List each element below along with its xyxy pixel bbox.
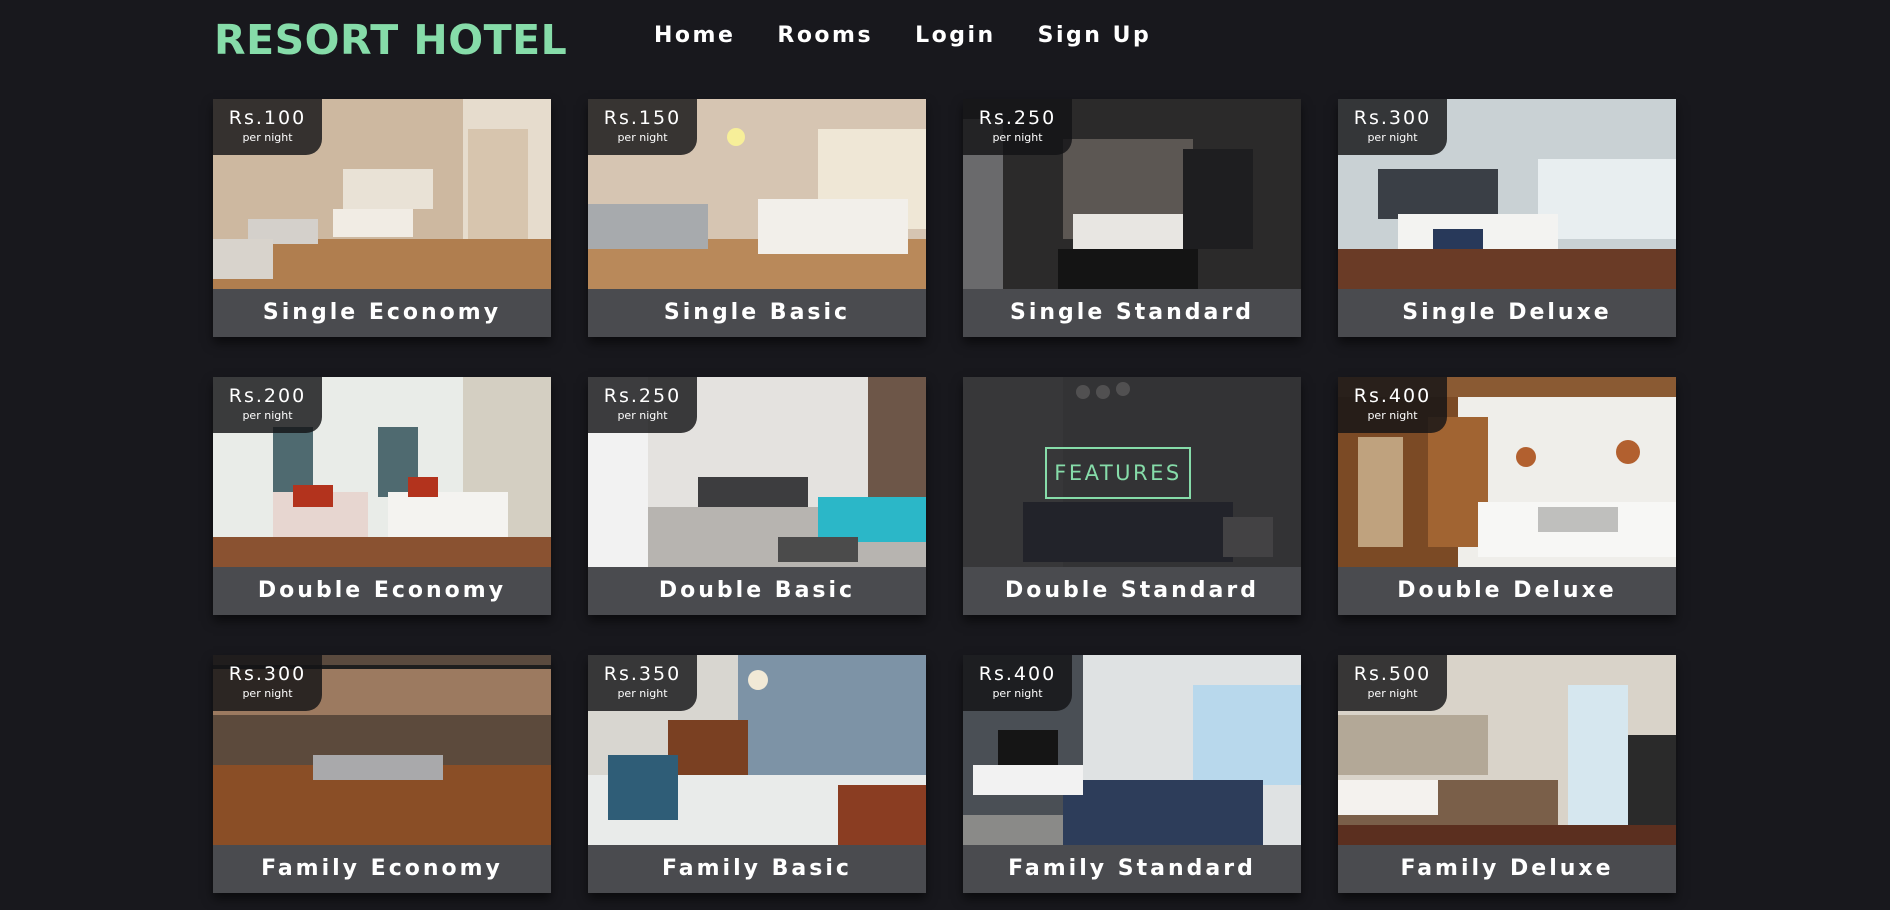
price-badge: Rs.150 per night xyxy=(588,99,697,155)
rooms-grid: Rs.100 per night Single Economy Rs.150 p… xyxy=(213,99,1676,893)
price-period: per night xyxy=(1367,409,1418,422)
room-price: Rs.350 xyxy=(603,663,682,685)
room-card[interactable]: Rs.100 per night Single Economy xyxy=(213,99,551,337)
room-name[interactable]: Single Economy xyxy=(213,289,551,337)
room-price: Rs.250 xyxy=(978,107,1057,129)
room-card[interactable]: Rs.250 per night Double Basic xyxy=(588,377,926,615)
price-badge: Rs.400 per night xyxy=(963,655,1072,711)
room-photo[interactable]: Rs.400 per night xyxy=(1338,377,1676,567)
room-price: Rs.300 xyxy=(1353,107,1432,129)
room-name[interactable]: Family Basic xyxy=(588,845,926,893)
room-price: Rs.200 xyxy=(228,385,307,407)
room-name[interactable]: Family Standard xyxy=(963,845,1301,893)
room-name[interactable]: Family Economy xyxy=(213,845,551,893)
room-card[interactable]: Rs.250 per night Single Standard xyxy=(963,99,1301,337)
room-price: Rs.500 xyxy=(1353,663,1432,685)
room-name[interactable]: Double Deluxe xyxy=(1338,567,1676,615)
room-card[interactable]: Rs.150 per night Single Basic xyxy=(588,99,926,337)
room-card[interactable]: Rs.300 per night Family Economy xyxy=(213,655,551,893)
room-photo[interactable]: Rs.250 per night xyxy=(588,377,926,567)
price-badge: Rs.200 per night xyxy=(213,377,322,433)
room-name[interactable]: Single Standard xyxy=(963,289,1301,337)
room-name[interactable]: Single Basic xyxy=(588,289,926,337)
room-card[interactable]: FEATURES Double Standard xyxy=(963,377,1301,615)
features-button[interactable]: FEATURES xyxy=(1045,447,1191,499)
price-period: per night xyxy=(617,131,668,144)
room-photo[interactable]: Rs.200 per night xyxy=(213,377,551,567)
price-badge: Rs.250 per night xyxy=(588,377,697,433)
site-logo[interactable]: RESORT HOTEL xyxy=(214,16,567,64)
room-card[interactable]: Rs.400 per night Family Standard xyxy=(963,655,1301,893)
price-period: per night xyxy=(1367,687,1418,700)
room-photo[interactable]: Rs.100 per night xyxy=(213,99,551,289)
price-period: per night xyxy=(1367,131,1418,144)
price-badge: Rs.500 per night xyxy=(1338,655,1447,711)
price-badge: Rs.400 per night xyxy=(1338,377,1447,433)
room-name[interactable]: Single Deluxe xyxy=(1338,289,1676,337)
room-card[interactable]: Rs.500 per night Family Deluxe xyxy=(1338,655,1676,893)
room-price: Rs.400 xyxy=(978,663,1057,685)
price-period: per night xyxy=(617,687,668,700)
room-photo[interactable]: Rs.350 per night xyxy=(588,655,926,845)
price-period: per night xyxy=(242,687,293,700)
main-nav: Home Rooms Login Sign Up xyxy=(654,20,1151,52)
price-badge: Rs.300 per night xyxy=(213,655,322,711)
room-photo[interactable]: Rs.300 per night xyxy=(1338,99,1676,289)
room-price: Rs.300 xyxy=(228,663,307,685)
room-card[interactable]: Rs.350 per night Family Basic xyxy=(588,655,926,893)
nav-home[interactable]: Home xyxy=(654,20,735,52)
room-photo[interactable]: Rs.500 per night xyxy=(1338,655,1676,845)
price-period: per night xyxy=(992,687,1043,700)
room-price: Rs.250 xyxy=(603,385,682,407)
room-card[interactable]: Rs.300 per night Single Deluxe xyxy=(1338,99,1676,337)
room-card[interactable]: Rs.200 per night Double Economy xyxy=(213,377,551,615)
room-photo[interactable]: Rs.400 per night xyxy=(963,655,1301,845)
price-period: per night xyxy=(992,131,1043,144)
room-name[interactable]: Family Deluxe xyxy=(1338,845,1676,893)
room-name[interactable]: Double Standard xyxy=(963,567,1301,615)
nav-login[interactable]: Login xyxy=(915,20,996,52)
price-period: per night xyxy=(242,409,293,422)
price-badge: Rs.250 per night xyxy=(963,99,1072,155)
price-badge: Rs.350 per night xyxy=(588,655,697,711)
room-photo[interactable]: Rs.300 per night xyxy=(213,655,551,845)
room-photo[interactable]: Rs.150 per night xyxy=(588,99,926,289)
room-price: Rs.150 xyxy=(603,107,682,129)
price-badge: Rs.300 per night xyxy=(1338,99,1447,155)
price-badge: Rs.100 per night xyxy=(213,99,322,155)
room-photo[interactable]: FEATURES xyxy=(963,377,1301,567)
price-period: per night xyxy=(617,409,668,422)
room-name[interactable]: Double Basic xyxy=(588,567,926,615)
nav-rooms[interactable]: Rooms xyxy=(777,20,873,52)
room-card[interactable]: Rs.400 per night Double Deluxe xyxy=(1338,377,1676,615)
room-price: Rs.100 xyxy=(228,107,307,129)
nav-sign-up[interactable]: Sign Up xyxy=(1038,20,1152,52)
room-photo[interactable]: Rs.250 per night xyxy=(963,99,1301,289)
room-name[interactable]: Double Economy xyxy=(213,567,551,615)
room-price: Rs.400 xyxy=(1353,385,1432,407)
price-period: per night xyxy=(242,131,293,144)
